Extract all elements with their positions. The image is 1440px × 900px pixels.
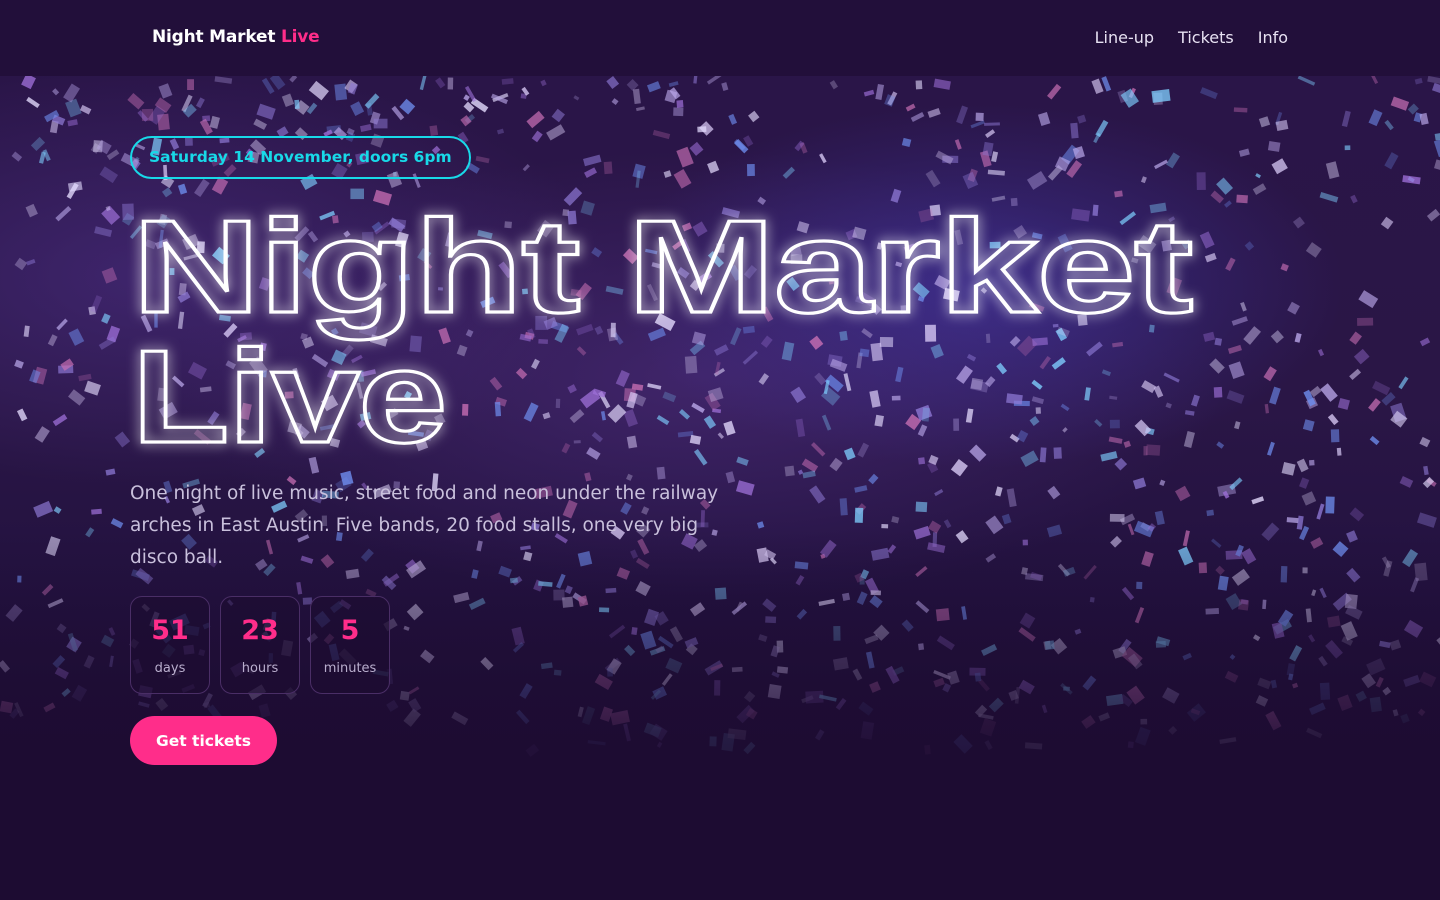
nav-links: Line-up Tickets Info — [1095, 28, 1288, 47]
get-tickets-button[interactable]: Get tickets — [130, 716, 277, 765]
countdown-days-value: 51 — [151, 615, 189, 646]
nav-link-lineup[interactable]: Line-up — [1095, 28, 1154, 47]
top-nav: Night Market Live Line-up Tickets Info — [0, 0, 1440, 76]
countdown-minutes-value: 5 — [340, 615, 360, 646]
countdown-days: 51 days — [130, 596, 210, 694]
countdown-hours: 23 hours — [220, 596, 300, 694]
countdown-hours-label: hours — [241, 661, 279, 676]
brand-logo[interactable]: Night Market Live — [152, 27, 320, 47]
countdown-minutes: 5 minutes — [310, 596, 390, 694]
countdown: 51 days 23 hours 5 minutes — [130, 596, 390, 694]
countdown-days-label: days — [154, 661, 186, 676]
nav-link-tickets[interactable]: Tickets — [1178, 28, 1234, 47]
brand-accent: Live — [280, 27, 320, 47]
countdown-hours-value: 23 — [241, 615, 279, 646]
brand-name: Night Market — [152, 27, 276, 47]
countdown-minutes-label: minutes — [323, 661, 377, 676]
hero-title-line-2-inner: Live — [132, 323, 446, 460]
nav-link-info[interactable]: Info — [1258, 28, 1288, 47]
hero-description: One night of live music, street food and… — [130, 483, 719, 568]
hero-title-line-1-inner: Night Market — [132, 193, 1192, 340]
